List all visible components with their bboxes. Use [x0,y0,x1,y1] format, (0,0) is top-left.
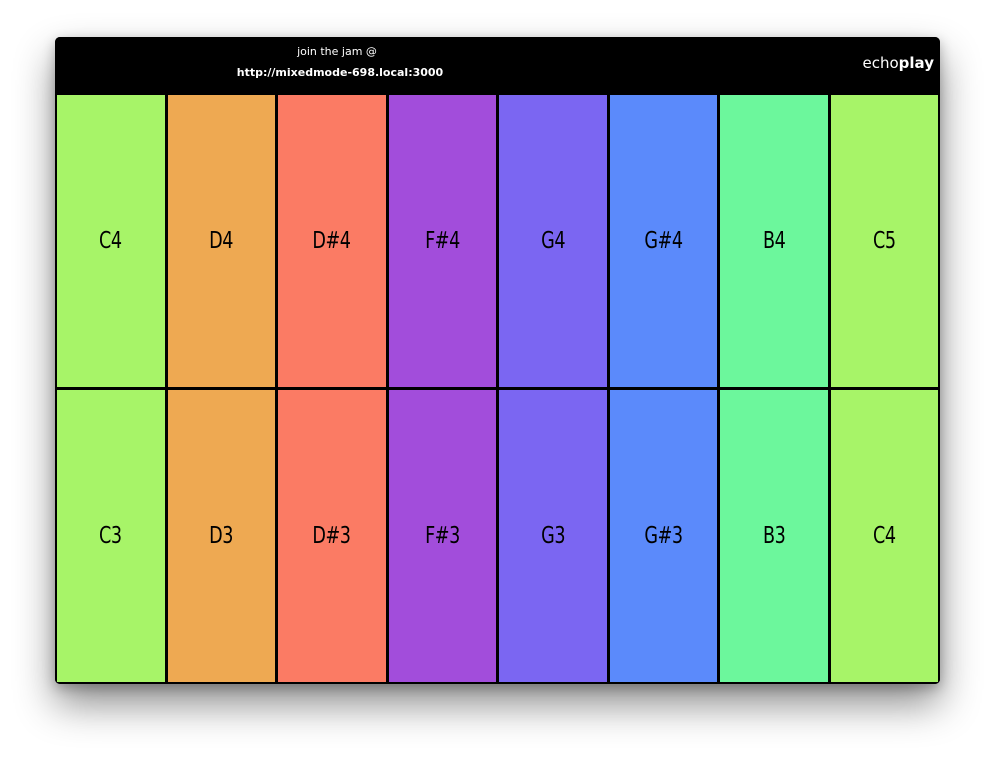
pad-label: G#4 [644,228,683,254]
pad-label: D#3 [312,523,352,549]
pad-label: C4 [99,228,123,254]
pad-f-sharp-4[interactable]: F#4 [388,95,496,387]
pad-label: B3 [762,523,786,549]
pad-c4-top[interactable]: C4 [57,95,165,387]
pad-g-sharp-3[interactable]: G#3 [609,390,717,682]
pad-f-sharp-3[interactable]: F#3 [388,390,496,682]
pad-g4[interactable]: G4 [499,95,607,387]
pad-label: C4 [872,523,896,549]
pad-label: F#4 [424,228,460,254]
pad-d-sharp-3[interactable]: D#3 [278,390,386,682]
pad-label: G3 [540,523,565,549]
pad-d4[interactable]: D4 [167,95,275,387]
join-url: http://mixedmode-698.local:3000 [236,66,444,79]
pad-c5[interactable]: C5 [830,95,938,387]
join-label: join the jam @ [297,45,377,58]
pad-d3[interactable]: D3 [167,390,275,682]
pad-label: D4 [209,228,234,254]
pad-label: D3 [209,523,234,549]
pad-g3[interactable]: G3 [499,390,607,682]
pad-label: C3 [99,523,123,549]
pad-label: B4 [762,228,786,254]
pad-label: G4 [540,228,565,254]
pad-b3[interactable]: B3 [720,390,828,682]
header-bar: join the jam @ http://mixedmode-698.loca… [55,37,940,94]
brand-logo: echoplay [863,54,935,72]
pad-b4[interactable]: B4 [720,95,828,387]
pad-grid: C4 D4 D#4 F#4 G4 G#4 B4 C5 C3 D3 D#3 F#3… [55,94,940,684]
pad-label: D#4 [312,228,352,254]
brand-logo-light: echo [862,54,899,72]
pad-c4-bottom[interactable]: C4 [830,390,938,682]
pad-d-sharp-4[interactable]: D#4 [278,95,386,387]
pad-c3[interactable]: C3 [57,390,165,682]
pad-label: G#3 [644,523,683,549]
app-window: join the jam @ http://mixedmode-698.loca… [55,37,940,684]
pad-label: C5 [872,228,896,254]
brand-logo-bold: play [898,54,934,72]
pad-g-sharp-4[interactable]: G#4 [609,95,717,387]
pad-label: F#3 [424,523,460,549]
